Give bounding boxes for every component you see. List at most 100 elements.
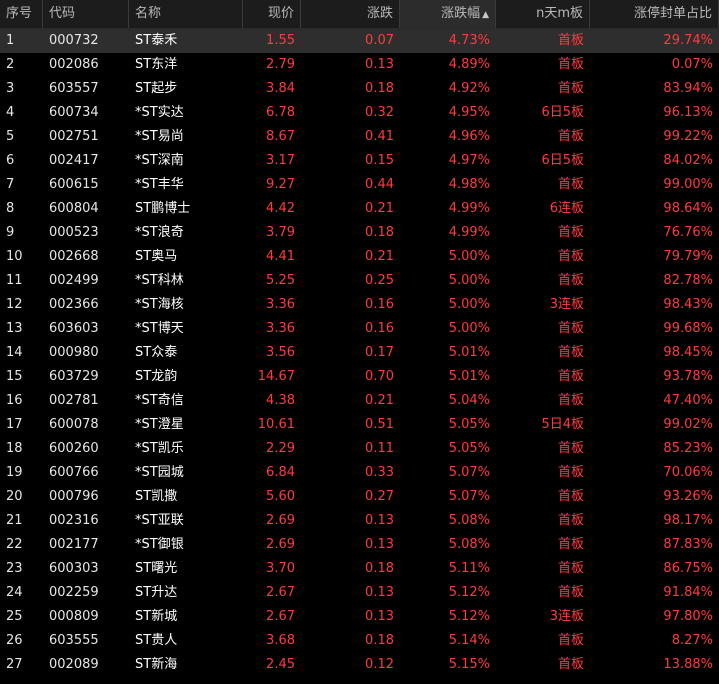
cell-index: 7 [6,177,15,192]
cell-index: 25 [6,609,23,624]
table-row[interactable]: 21 002316 *ST亚联 2.69 0.13 5.08% 首板 98.17% [0,509,719,533]
table-row[interactable]: 7 600615 *ST丰华 9.27 0.44 4.98% 首板 99.00% [0,173,719,197]
table-row[interactable]: 19 600766 *ST园城 6.84 0.33 5.07% 首板 70.06% [0,461,719,485]
table-row[interactable]: 8 600804 ST鹏博士 4.42 0.21 4.99% 6连板 98.64% [0,197,719,221]
cell-code: 002089 [49,657,99,672]
cell-seal-ratio: 70.06% [663,465,713,480]
table-row[interactable]: 27 002089 ST新海 2.45 0.12 5.15% 首板 13.88% [0,653,719,677]
cell-change-pct: 5.08% [448,537,490,552]
cell-name: ST东洋 [135,57,178,72]
sort-ascending-icon: ▲ [482,10,489,20]
cell-price: 5.60 [266,489,295,504]
cell-code: 603729 [49,369,99,384]
cell-change-pct: 5.05% [448,417,490,432]
table-row[interactable]: 26 603555 ST贵人 3.68 0.18 5.14% 首板 8.27% [0,629,719,653]
cell-code: 603555 [49,633,99,648]
cell-index: 26 [6,633,23,648]
col-header-change-pct[interactable]: 涨跌幅 ▲ [400,0,496,28]
cell-change-pct: 5.04% [448,393,490,408]
cell-change: 0.44 [365,177,394,192]
cell-change: 0.41 [365,129,394,144]
cell-name: *ST园城 [135,465,184,480]
col-header-board-streak[interactable]: n天m板 [496,0,590,28]
cell-change-pct: 5.00% [448,273,490,288]
cell-index: 12 [6,297,23,312]
cell-code: 603557 [49,81,99,96]
cell-seal-ratio: 0.07% [671,57,713,72]
table-row[interactable]: 14 000980 ST众泰 3.56 0.17 5.01% 首板 98.45% [0,341,719,365]
cell-index: 14 [6,345,23,360]
cell-board-streak: 首板 [557,465,584,480]
col-header-code[interactable]: 代码 [43,0,129,28]
cell-code: 002316 [49,513,99,528]
cell-index: 13 [6,321,23,336]
table-row[interactable]: 9 000523 *ST浪奇 3.79 0.18 4.99% 首板 76.76% [0,221,719,245]
table-row[interactable]: 25 000809 ST新城 2.67 0.13 5.12% 3连板 97.80% [0,605,719,629]
cell-change: 0.33 [365,465,394,480]
col-header-index[interactable]: 序号 [0,0,43,28]
cell-name: ST奥马 [135,249,178,264]
cell-change-pct: 4.99% [448,201,490,216]
table-row[interactable]: 24 002259 ST升达 2.67 0.13 5.12% 首板 91.84% [0,581,719,605]
table-row[interactable]: 6 002417 *ST深南 3.17 0.15 4.97% 6日5板 84.02% [0,149,719,173]
cell-board-streak: 5日4板 [541,417,584,432]
col-header-price[interactable]: 现价 [243,0,301,28]
cell-change: 0.13 [365,585,394,600]
cell-change: 0.13 [365,513,394,528]
cell-index: 16 [6,393,23,408]
cell-board-streak: 首板 [557,537,584,552]
cell-change: 0.21 [365,393,394,408]
cell-board-streak: 首板 [557,345,584,360]
cell-index: 17 [6,417,23,432]
cell-seal-ratio: 8.27% [671,633,713,648]
cell-code: 603603 [49,321,99,336]
cell-price: 9.27 [266,177,295,192]
col-header-change-pct-label: 涨跌幅 [441,6,481,21]
cell-price: 2.67 [266,609,295,624]
table-row[interactable]: 12 002366 *ST海核 3.36 0.16 5.00% 3连板 98.43% [0,293,719,317]
cell-name: ST曙光 [135,561,178,576]
table-row[interactable]: 10 002668 ST奥马 4.41 0.21 5.00% 首板 79.79% [0,245,719,269]
cell-name: *ST科林 [135,273,184,288]
cell-board-streak: 首板 [557,513,584,528]
table-row[interactable]: 16 002781 *ST奇信 4.38 0.21 5.04% 首板 47.40% [0,389,719,413]
cell-code: 000523 [49,225,99,240]
table-row[interactable]: 11 002499 *ST科林 5.25 0.25 5.00% 首板 82.78% [0,269,719,293]
table-row[interactable]: 20 000796 ST凯撒 5.60 0.27 5.07% 首板 93.26% [0,485,719,509]
cell-change-pct: 5.07% [448,489,490,504]
cell-change: 0.16 [365,321,394,336]
table-row[interactable]: 17 600078 *ST澄星 10.61 0.51 5.05% 5日4板 99.02% [0,413,719,437]
table-row[interactable]: 18 600260 *ST凯乐 2.29 0.11 5.05% 首板 85.23% [0,437,719,461]
col-header-change[interactable]: 涨跌 [301,0,400,28]
cell-board-streak: 首板 [557,561,584,576]
cell-name: *ST浪奇 [135,225,184,240]
cell-change-pct: 4.89% [448,57,490,72]
cell-price: 1.55 [266,33,295,48]
table-row[interactable]: 1 000732 ST泰禾 1.55 0.07 4.73% 首板 29.74% [0,29,719,53]
cell-board-streak: 首板 [557,585,584,600]
table-row[interactable]: 3 603557 ST起步 3.84 0.18 4.92% 首板 83.94% [0,77,719,101]
col-header-seal-ratio[interactable]: 涨停封单占比 [590,0,719,28]
table-row[interactable]: 13 603603 *ST博天 3.36 0.16 5.00% 首板 99.68% [0,317,719,341]
table-row[interactable]: 5 002751 *ST易尚 8.67 0.41 4.96% 首板 99.22% [0,125,719,149]
cell-code: 600260 [49,441,99,456]
cell-change-pct: 5.05% [448,441,490,456]
table-row[interactable]: 2 002086 ST东洋 2.79 0.13 4.89% 首板 0.07% [0,53,719,77]
cell-board-streak: 首板 [557,321,584,336]
cell-change: 0.70 [365,369,394,384]
cell-index: 4 [6,105,15,120]
cell-change-pct: 5.08% [448,513,490,528]
table-row[interactable]: 23 600303 ST曙光 3.70 0.18 5.11% 首板 86.75% [0,557,719,581]
cell-price: 3.56 [266,345,295,360]
cell-change-pct: 5.14% [448,633,490,648]
cell-code: 000796 [49,489,99,504]
cell-price: 2.29 [266,441,295,456]
cell-price: 3.68 [266,633,295,648]
cell-change-pct: 4.98% [448,177,490,192]
col-header-name[interactable]: 名称 [129,0,243,28]
table-row[interactable]: 22 002177 *ST御银 2.69 0.13 5.08% 首板 87.83% [0,533,719,557]
cell-change: 0.18 [365,633,394,648]
cell-name: *ST御银 [135,537,184,552]
table-row[interactable]: 4 600734 *ST实达 6.78 0.32 4.95% 6日5板 96.13% [0,101,719,125]
table-row[interactable]: 15 603729 ST龙韵 14.67 0.70 5.01% 首板 93.78% [0,365,719,389]
